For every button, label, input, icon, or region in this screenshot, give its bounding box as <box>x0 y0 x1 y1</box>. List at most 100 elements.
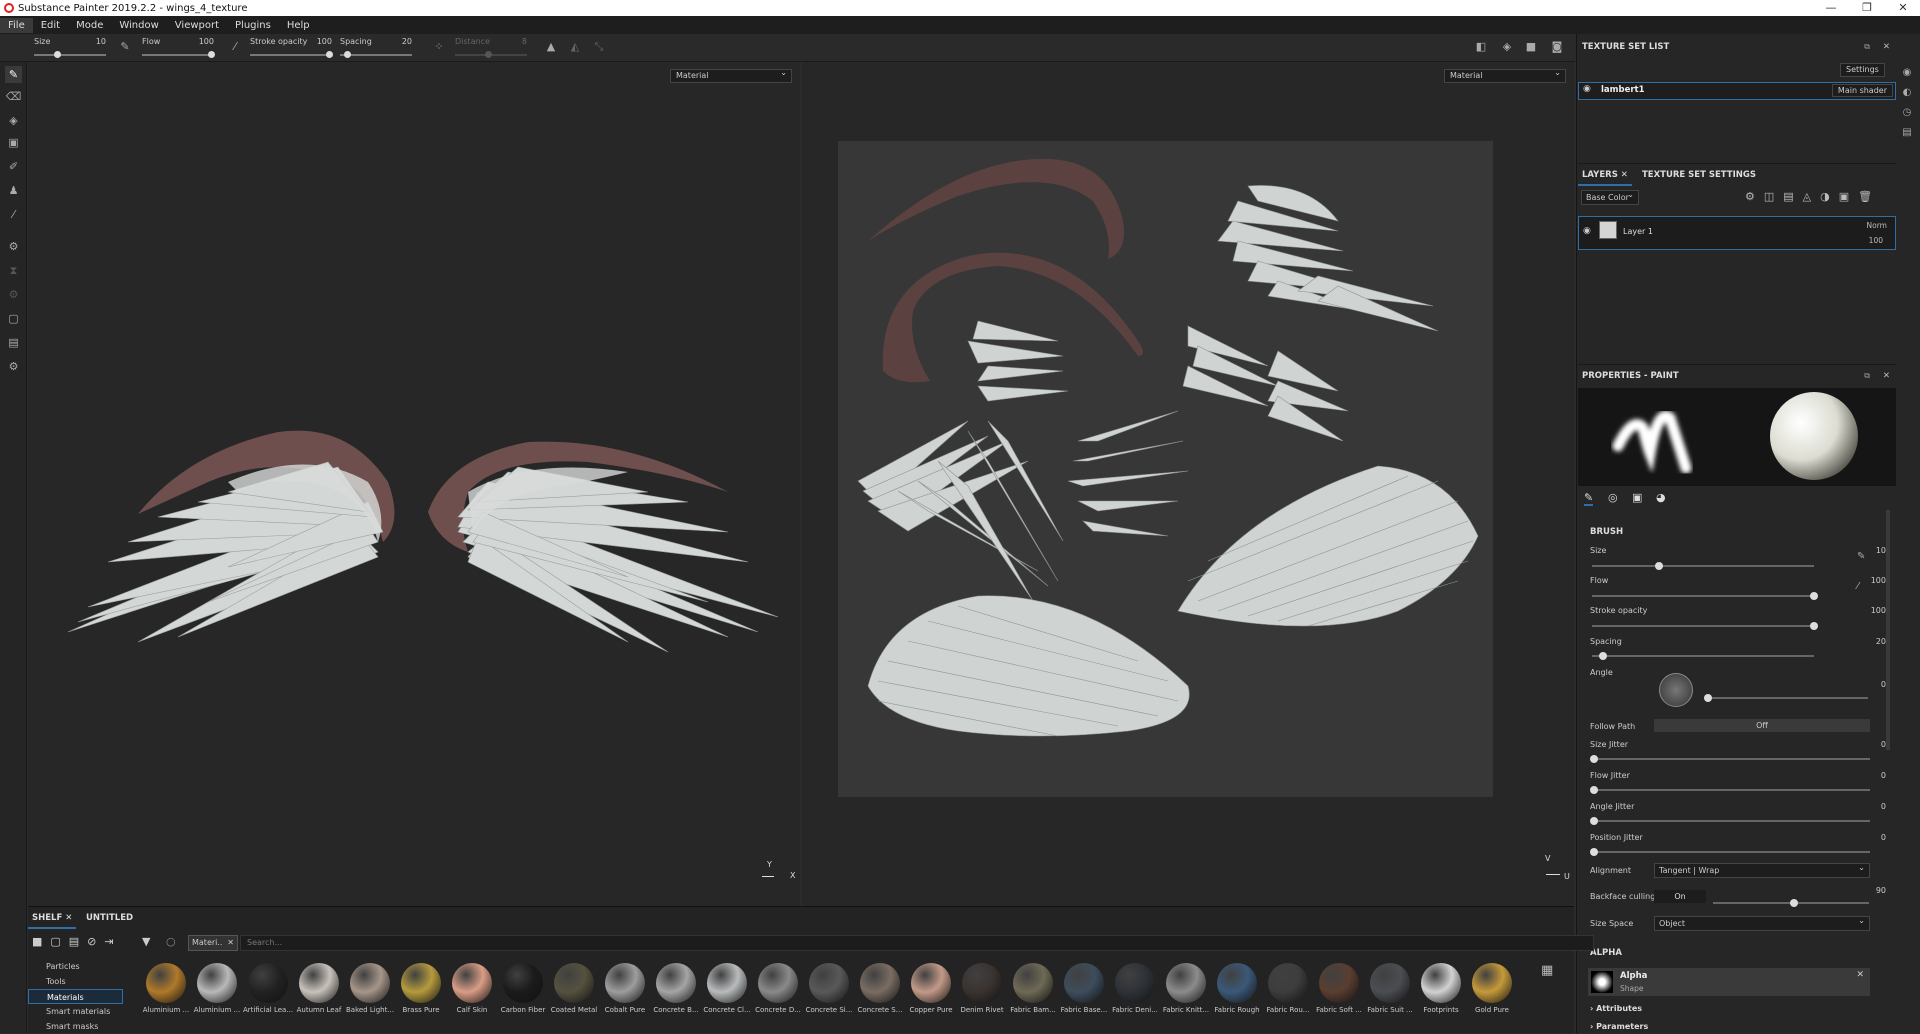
display-settings-icon[interactable]: ◈ <box>1500 40 1514 54</box>
slider-knob[interactable] <box>1810 622 1818 630</box>
stencil-tab-icon[interactable]: ▣ <box>1632 491 1642 504</box>
pen-pressure-icon[interactable]: ✎ <box>118 40 132 54</box>
material-thumbnail[interactable]: Artificial Lea... <box>243 963 293 1023</box>
prop-stroke-opacity-value[interactable]: 100 <box>1871 606 1886 615</box>
paint-brush-tool-icon[interactable]: ✎ <box>5 66 22 83</box>
filter-chip-close-icon[interactable]: ✕ <box>227 936 234 950</box>
clone-tool-icon[interactable]: ♟ <box>5 182 22 199</box>
panel-popout-icon[interactable]: ⧉ <box>1864 36 1870 58</box>
minimize-button[interactable]: — <box>1818 0 1844 16</box>
symmetry-icon[interactable]: ▲ <box>544 40 558 54</box>
material-thumbnail[interactable]: Aluminium ... <box>194 963 240 1023</box>
material-thumbnail[interactable]: Gold Pure <box>1469 963 1515 1023</box>
material-thumbnail[interactable]: Denim Rivet <box>959 963 1005 1023</box>
channel-select[interactable]: Base Color <box>1581 188 1639 205</box>
slider-knob[interactable] <box>1654 562 1663 570</box>
properties-scrollbar[interactable] <box>1886 510 1890 750</box>
history-icon[interactable]: ◷ <box>1898 104 1916 122</box>
material-thumbnail[interactable]: Concrete Cl... <box>703 963 751 1023</box>
photoshop-export-icon[interactable]: ▢ <box>5 310 22 327</box>
brush-tab-icon[interactable]: ✎ <box>1584 491 1594 506</box>
material-thumbnail[interactable]: Fabric Deni... <box>1112 963 1158 1023</box>
tab-shelf[interactable]: SHELF ✕ <box>28 909 77 929</box>
parameters-expander[interactable]: › Parameters <box>1590 1022 1648 1031</box>
layer-blend-mode[interactable]: Norm <box>1867 221 1887 230</box>
material-thumbnail[interactable]: Fabric Suit ... <box>1367 963 1413 1023</box>
slider-knob[interactable] <box>1590 755 1598 763</box>
material-thumbnail[interactable]: Carbon Fiber <box>500 963 546 1023</box>
prop-spacing-value[interactable]: 20 <box>1876 637 1886 646</box>
material-thumbnail[interactable]: Fabric Soft ... <box>1316 963 1362 1023</box>
plugin-settings-icon[interactable]: ⚙ <box>5 358 22 375</box>
slider-knob[interactable] <box>1790 899 1798 907</box>
plugin-icon[interactable]: ▤ <box>5 334 22 351</box>
prop-position-jitter-slider[interactable] <box>1590 848 1870 856</box>
flow-pressure-icon[interactable]: ⁄ <box>228 40 242 54</box>
eraser-tool-icon[interactable]: ⌫ <box>5 88 22 105</box>
particles-tab-icon[interactable]: ◕ <box>1656 491 1666 504</box>
material-thumbnail[interactable]: Concrete B... <box>653 963 699 1023</box>
prop-flow-jitter-value[interactable]: 0 <box>1881 771 1886 780</box>
prop-flow-slider[interactable] <box>1592 592 1818 600</box>
panel-close-icon[interactable]: ✕ <box>1883 36 1890 58</box>
material-thumbnail[interactable]: Cobalt Pure <box>602 963 648 1023</box>
menu-mode[interactable]: Mode <box>68 18 111 33</box>
prop-size-jitter-slider[interactable] <box>1590 755 1870 763</box>
filter-chip[interactable]: Materi.. ✕ <box>188 935 238 951</box>
viewport-2d-mode-select[interactable]: Material <box>1444 67 1566 83</box>
prop-angle-jitter-slider[interactable] <box>1590 817 1870 825</box>
material-thumbnail[interactable]: Autumn Leaf <box>296 963 342 1023</box>
spacing-slider[interactable]: Spacing 20 <box>340 37 412 59</box>
material-thumbnail[interactable]: Aluminium ... <box>143 963 189 1023</box>
prop-spacing-slider[interactable] <box>1592 652 1814 660</box>
properties-popout-icon[interactable]: ⧉ <box>1864 365 1870 387</box>
menu-window[interactable]: Window <box>111 18 166 33</box>
viewport-3d[interactable]: Material ⌄ Y X <box>28 62 800 906</box>
camera-icon[interactable]: ■ <box>1524 40 1538 54</box>
backface-toggle[interactable]: On <box>1654 890 1706 903</box>
menu-help[interactable]: Help <box>279 18 318 33</box>
material-thumbnail[interactable]: Fabric Base... <box>1061 963 1107 1023</box>
material-thumbnail[interactable]: Concrete D... <box>755 963 801 1023</box>
material-thumbnail[interactable]: Fabric Rough <box>1214 963 1260 1023</box>
prop-angle-jitter-value[interactable]: 0 <box>1881 802 1886 811</box>
display-icon[interactable]: ◐ <box>1898 84 1916 102</box>
symmetry-settings-icon[interactable]: ⤡ <box>592 40 606 54</box>
material-thumbnail[interactable]: Fabric Knitt... <box>1163 963 1209 1023</box>
flow-pressure-icon[interactable]: ⁄ <box>1857 581 1859 592</box>
prop-size-value[interactable]: 10 <box>1876 546 1886 555</box>
category-tools[interactable]: Tools <box>28 974 123 989</box>
material-tab-icon[interactable]: ◎ <box>1608 491 1618 504</box>
attributes-expander[interactable]: › Attributes <box>1590 1004 1642 1013</box>
lazy-mouse-icon[interactable]: ⁘ <box>432 40 446 54</box>
geometry-mask-icon[interactable]: ⧗ <box>5 262 22 279</box>
category-smart-materials[interactable]: Smart materials <box>28 1004 123 1019</box>
prop-backface-slider[interactable] <box>1713 899 1869 907</box>
material-thumbnail[interactable]: Concrete Si... <box>806 963 852 1023</box>
tab-texture-set-settings[interactable]: TEXTURE SET SETTINGS <box>1638 166 1760 184</box>
prop-size-slider[interactable] <box>1592 562 1814 570</box>
bake-mesh-icon[interactable]: ⚙ <box>5 238 22 255</box>
shader-select[interactable]: Main shader <box>1831 84 1893 97</box>
filter-icon[interactable]: ▼ <box>142 935 150 948</box>
prop-backface-value[interactable]: 90 <box>1876 886 1886 895</box>
material-thumbnail[interactable]: Coated Metal <box>551 963 597 1023</box>
alignment-select[interactable]: Tangent | Wrap <box>1654 861 1870 878</box>
category-materials[interactable]: Materials <box>28 989 123 1004</box>
properties-close-icon[interactable]: ✕ <box>1883 365 1890 387</box>
size-slider[interactable]: Size 10 <box>34 37 106 59</box>
maximize-button[interactable]: ❐ <box>1854 0 1880 16</box>
prop-flow-value[interactable]: 100 <box>1871 576 1886 585</box>
layer-visibility-eye-icon[interactable]: ◉ <box>1583 226 1591 236</box>
tab-layers[interactable]: LAYERS ✕ <box>1578 166 1632 186</box>
alpha-remove-icon[interactable]: ✕ <box>1856 970 1864 980</box>
close-window-button[interactable]: ✕ <box>1890 0 1916 16</box>
material-thumbnail[interactable]: Footprints <box>1418 963 1464 1023</box>
symmetry-mirror-icon[interactable]: ◭ <box>568 40 582 54</box>
color-picker-tool-icon[interactable]: ⁄ <box>5 206 22 223</box>
slider-knob[interactable] <box>1810 592 1818 600</box>
slider-knob[interactable] <box>1590 817 1598 825</box>
category-smart-masks[interactable]: Smart masks <box>28 1019 123 1034</box>
distance-slider[interactable]: Distance 8 <box>455 37 527 59</box>
material-thumbnail[interactable]: Fabric Bam... <box>1010 963 1056 1023</box>
